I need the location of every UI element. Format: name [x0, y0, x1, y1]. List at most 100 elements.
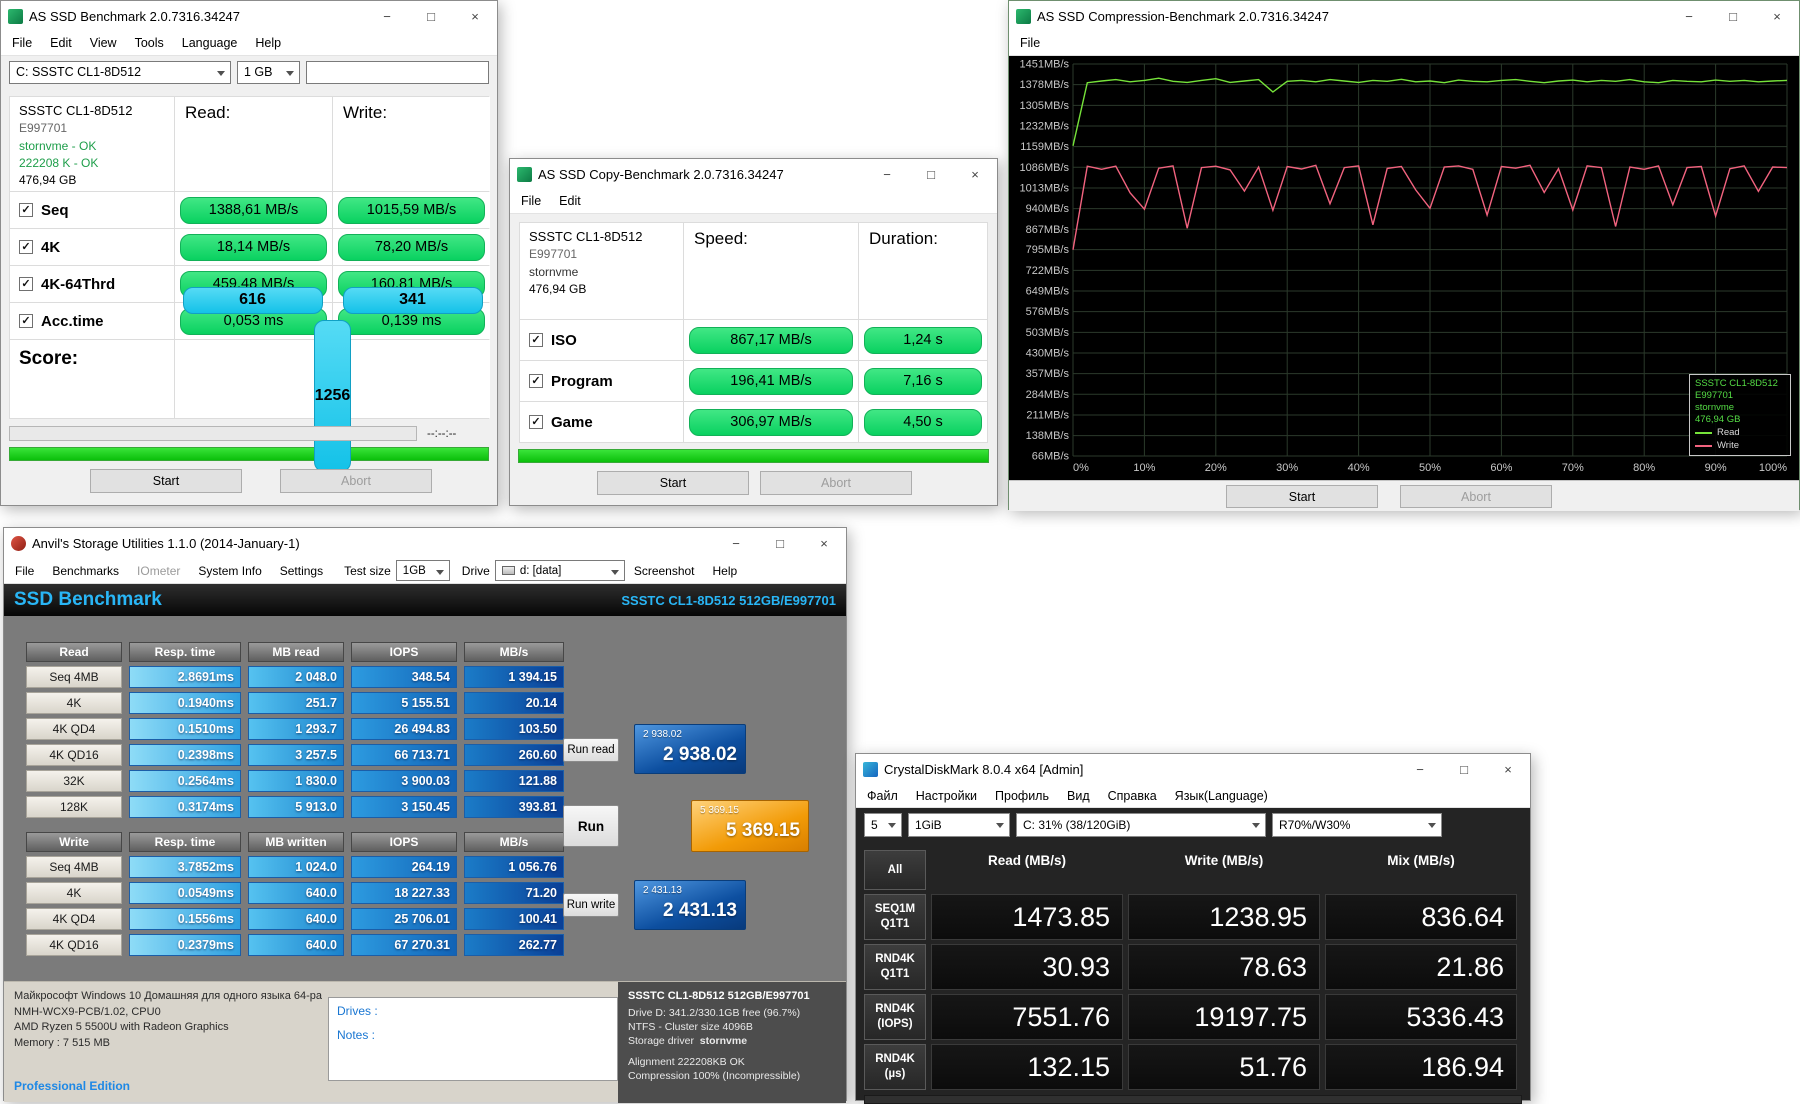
run-button[interactable]: Run — [563, 805, 619, 847]
menu-view[interactable]: Вид — [1058, 786, 1099, 806]
menu-profile[interactable]: Профиль — [986, 786, 1058, 806]
menu-help[interactable]: Help — [704, 561, 747, 581]
table-cell: 0.2379ms — [129, 934, 241, 956]
all-button[interactable]: All — [864, 850, 926, 890]
menu-system-info[interactable]: System Info — [189, 561, 270, 581]
rnd4k-latency-button[interactable]: RND4K(µs) — [864, 1044, 926, 1090]
seq-checkbox[interactable]: ✓ — [19, 203, 33, 217]
abort-button: Abort — [280, 469, 432, 493]
4k64-checkbox[interactable]: ✓ — [19, 277, 33, 291]
test-size-select[interactable]: 1GB — [396, 560, 450, 581]
drive-select[interactable]: C: SSSTC CL1-8D512 — [9, 61, 231, 84]
acctime-checkbox[interactable]: ✓ — [19, 314, 33, 328]
table-cell: 5 155.51 — [351, 692, 457, 714]
as-ssd-app-icon — [1016, 9, 1031, 24]
minimize-button[interactable]: − — [365, 1, 409, 31]
table-cell: 26 494.83 — [351, 718, 457, 740]
close-button[interactable]: × — [453, 1, 497, 31]
menu-file[interactable]: Файл — [858, 786, 907, 806]
rnd4k-q1t1-button[interactable]: RND4KQ1T1 — [864, 944, 926, 990]
legend-write-entry: Write — [1695, 440, 1785, 452]
test-size-select[interactable]: 1GiB — [908, 813, 1010, 837]
row-acctime: ✓ Acc.time — [10, 303, 174, 339]
maximize-button[interactable]: □ — [1442, 754, 1486, 784]
score-label: Score: — [10, 340, 174, 418]
rnd4k-iops-button[interactable]: RND4K(IOPS) — [864, 994, 926, 1040]
legend-capacity: 476,94 GB — [1695, 414, 1785, 426]
toolbar: C: SSSTC CL1-8D512 1 GB — [1, 56, 497, 88]
menu-edit[interactable]: Edit — [41, 33, 81, 53]
menu-file[interactable]: File — [3, 33, 41, 53]
target-drive-select[interactable]: C: 31% (38/120GiB) — [1016, 813, 1266, 837]
mix-ratio-select[interactable]: R70%/W30% — [1272, 813, 1442, 837]
close-button[interactable]: × — [953, 159, 997, 189]
benchmark-main-area: Read Resp. time MB read IOPS MB/s Seq 4M… — [4, 616, 846, 981]
start-button[interactable]: Start — [597, 471, 749, 495]
start-button[interactable]: Start — [1226, 485, 1378, 508]
iso-checkbox[interactable]: ✓ — [529, 333, 543, 347]
maximize-button[interactable]: □ — [758, 528, 802, 558]
maximize-button[interactable]: □ — [1711, 1, 1755, 31]
minimize-button[interactable]: − — [714, 528, 758, 558]
menu-benchmarks[interactable]: Benchmarks — [43, 561, 128, 581]
iso-duration-value: 1,24 s — [864, 327, 982, 354]
minimize-button[interactable]: − — [865, 159, 909, 189]
run-write-button[interactable]: Run write — [563, 893, 619, 917]
drive-select[interactable]: d: [data] — [495, 560, 625, 581]
test-count-select[interactable]: 5 — [864, 813, 902, 837]
run-read-button[interactable]: Run read — [563, 738, 619, 762]
menu-help[interactable]: Справка — [1099, 786, 1166, 806]
table-header-cell: Resp. time — [129, 832, 241, 852]
game-checkbox[interactable]: ✓ — [529, 415, 543, 429]
menu-settings[interactable]: Настройки — [907, 786, 986, 806]
4k-checkbox[interactable]: ✓ — [19, 240, 33, 254]
menu-language[interactable]: Язык(Language) — [1166, 786, 1277, 806]
table-cell: 18 227.33 — [351, 882, 457, 904]
table-cell: 66 713.71 — [351, 744, 457, 766]
iso-speed-value: 867,17 MB/s — [689, 327, 853, 354]
menu-tools[interactable]: Tools — [126, 33, 173, 53]
menu-screenshot[interactable]: Screenshot — [625, 561, 704, 581]
close-button[interactable]: × — [1486, 754, 1530, 784]
menu-settings[interactable]: Settings — [271, 561, 332, 581]
table-cell: 2 048.0 — [248, 666, 344, 688]
menu-help[interactable]: Help — [246, 33, 290, 53]
menu-edit[interactable]: Edit — [550, 191, 590, 211]
program-checkbox[interactable]: ✓ — [529, 374, 543, 388]
menu-file[interactable]: File — [6, 561, 43, 581]
svg-text:1159MB/s: 1159MB/s — [1020, 141, 1069, 153]
status-bar — [864, 1095, 1522, 1104]
menu-language[interactable]: Language — [173, 33, 247, 53]
start-button[interactable]: Start — [90, 469, 242, 493]
menubar: File — [1009, 31, 1799, 56]
maximize-button[interactable]: □ — [909, 159, 953, 189]
drives-label[interactable]: Drives : — [337, 1004, 609, 1018]
read-score: 616 — [183, 287, 323, 314]
menu-view[interactable]: View — [81, 33, 126, 53]
close-button[interactable]: × — [1755, 1, 1799, 31]
svg-text:795MB/s: 795MB/s — [1026, 244, 1070, 256]
test-size-select[interactable]: 1 GB — [237, 61, 300, 84]
read-column-header: Read: — [175, 97, 332, 191]
crystaldiskmark-window: CrystalDiskMark 8.0.4 x64 [Admin] − □ × … — [855, 753, 1531, 1101]
seq1m-q1t1-button[interactable]: SEQ1MQ1T1 — [864, 894, 926, 940]
copy-result-grid: SSSTC CL1-8D512 E997701 stornvme 476,94 … — [519, 222, 988, 443]
minimize-button[interactable]: − — [1667, 1, 1711, 31]
total-score: 1256 — [314, 320, 352, 472]
svg-text:20%: 20% — [1205, 462, 1227, 474]
svg-text:1305MB/s: 1305MB/s — [1019, 100, 1069, 112]
table-cell: 71.20 — [464, 882, 564, 904]
table-header-cell: Read — [26, 642, 122, 662]
minimize-button[interactable]: − — [1398, 754, 1442, 784]
maximize-button[interactable]: □ — [409, 1, 453, 31]
notes-label[interactable]: Notes : — [337, 1028, 609, 1042]
table-cell: 3 150.45 — [351, 796, 457, 818]
table-cell: 260.60 — [464, 744, 564, 766]
menu-file[interactable]: File — [512, 191, 550, 211]
menu-file[interactable]: File — [1011, 33, 1049, 53]
comment-input[interactable] — [306, 61, 489, 84]
overall-progress-bar — [9, 447, 489, 461]
benchmark-header-bar: SSD Benchmark SSSTC CL1-8D512 512GB/E997… — [4, 584, 846, 616]
close-button[interactable]: × — [802, 528, 846, 558]
results-grid: All Read (MB/s) Write (MB/s) Mix (MB/s) … — [856, 842, 1530, 1090]
